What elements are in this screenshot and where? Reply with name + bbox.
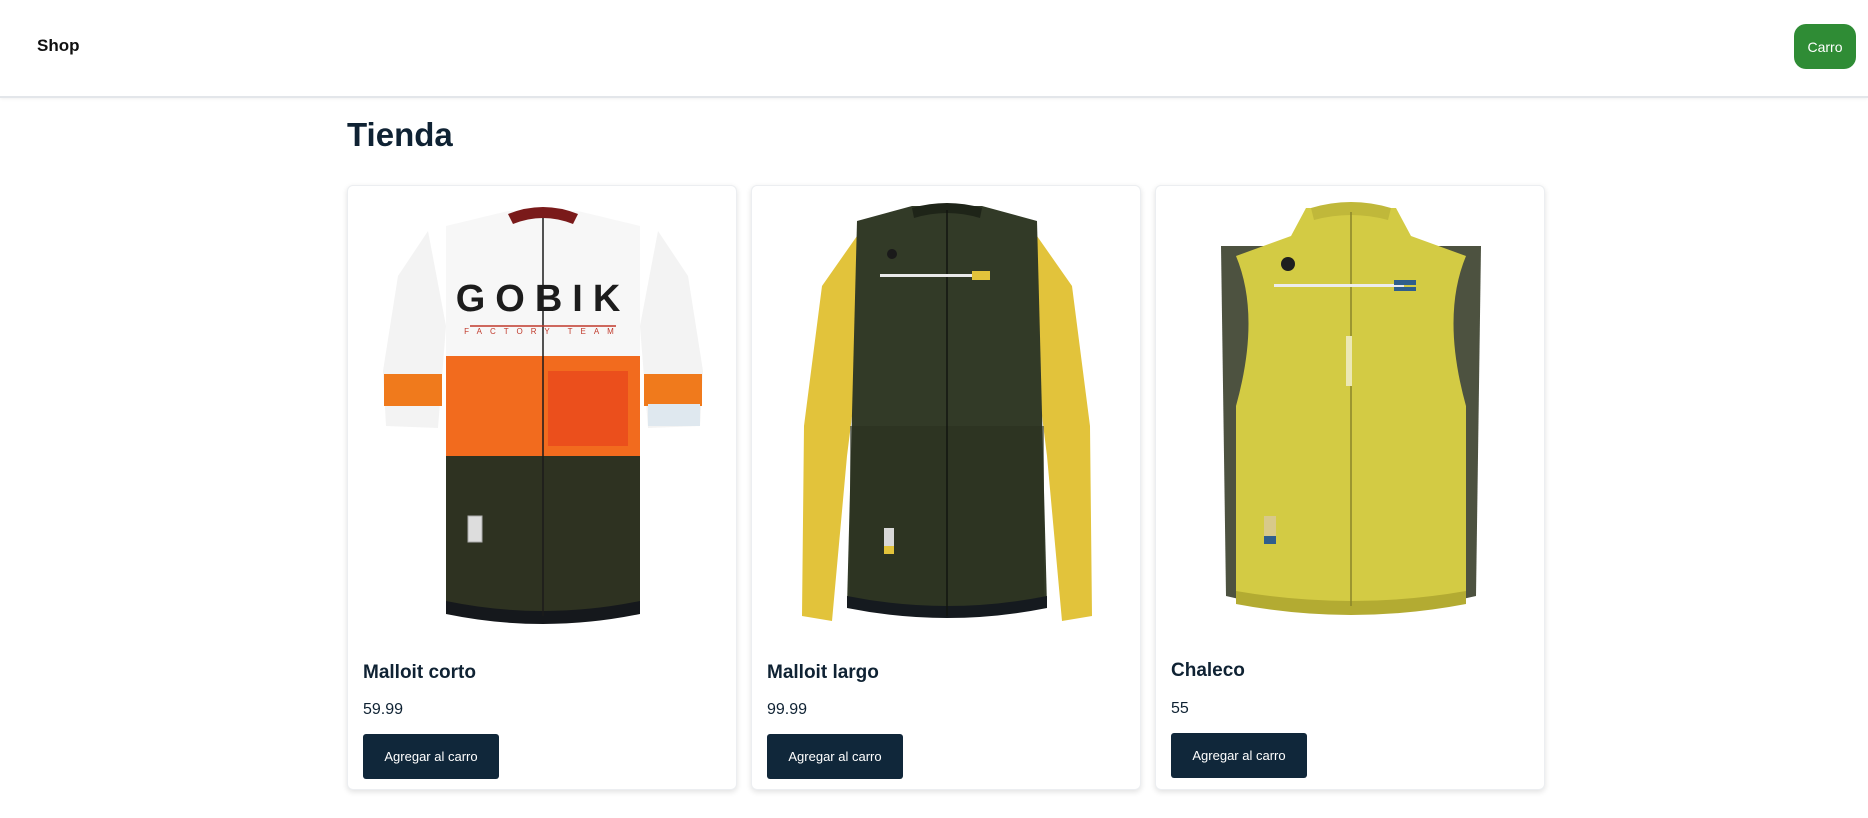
product-name: Malloit corto [363,662,476,683]
cart-button[interactable]: Carro [1794,24,1856,69]
product-image[interactable]: GOBIK FACTORY TEAM [358,196,728,636]
jersey-subprint-text: FACTORY TEAM [464,327,622,336]
product-price: 59.99 [363,701,404,718]
short-sleeve-jersey-image: GOBIK FACTORY TEAM [383,207,703,624]
add-to-cart-button[interactable]: Agregar al carro [767,734,903,779]
brand-logo[interactable]: Shop [37,36,80,56]
product-card: Malloit largo 99.99 Agregar al carro [751,185,1141,790]
product-card: GOBIK FACTORY TEAM Malloit corto 59.99 A… [347,185,737,790]
page-title: Tienda [347,116,453,153]
product-price: 55 [1171,700,1189,717]
product-image[interactable] [762,196,1132,636]
add-to-cart-button[interactable]: Agregar al carro [363,734,499,779]
product-name: Malloit largo [767,662,879,683]
top-navbar: Shop Carro [0,0,1868,98]
vest-image [1221,202,1481,615]
jersey-print-text: GOBIK [456,278,631,320]
product-image[interactable] [1166,196,1536,636]
product-card: Chaleco 55 Agregar al carro [1155,185,1545,790]
add-to-cart-button[interactable]: Agregar al carro [1171,733,1307,778]
product-price: 99.99 [767,701,808,718]
product-name: Chaleco [1171,660,1245,681]
long-sleeve-jersey-image [802,203,1092,621]
